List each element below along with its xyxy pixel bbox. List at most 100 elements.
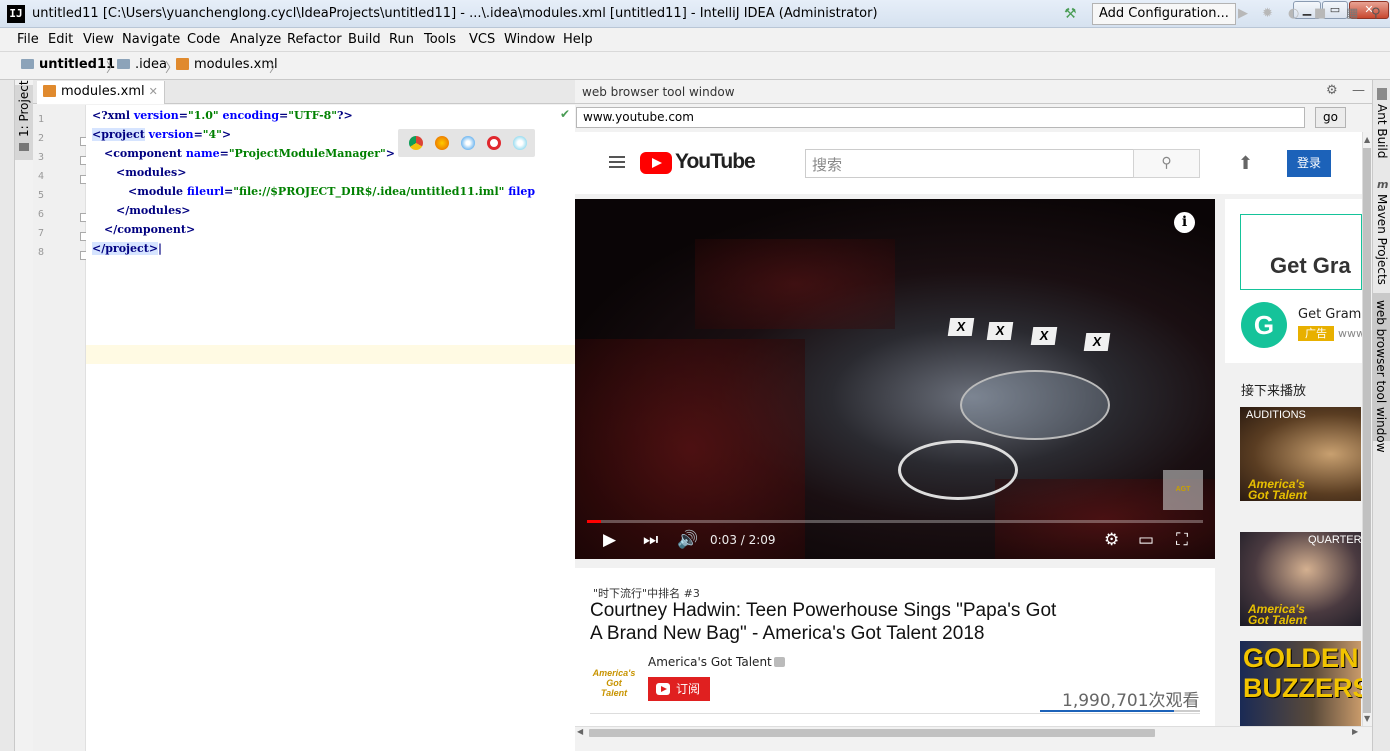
line-number: 7	[38, 228, 45, 239]
judge-x-sign: X	[1030, 327, 1058, 345]
ad-banner[interactable]: Get Gra	[1240, 214, 1362, 290]
menu-refactor[interactable]: Refactor	[287, 32, 342, 47]
scroll-down-icon[interactable]: ▼	[1364, 714, 1370, 723]
xml-file-icon	[176, 58, 189, 70]
maven-projects-tab[interactable]: Maven Projects	[1375, 194, 1389, 285]
breadcrumb-idea-label: .idea	[135, 57, 167, 72]
code-editor[interactable]: <?xml version="1.0" encoding="UTF-8"?> <…	[86, 105, 575, 751]
menu-code[interactable]: Code	[187, 32, 220, 47]
youtube-search-input[interactable]: 搜索	[805, 149, 1134, 178]
youtube-logo-text[interactable]: YouTube	[675, 150, 756, 174]
code-line-4: <modules>	[116, 166, 187, 179]
judge-x-sign: X	[986, 322, 1014, 340]
scroll-up-icon[interactable]: ▲	[1364, 135, 1370, 144]
breadcrumb-project-label: untitled11	[39, 57, 116, 72]
go-button[interactable]: go	[1315, 107, 1346, 128]
menu-run[interactable]: Run	[389, 32, 414, 47]
project-tool-tab[interactable]: 1: Project	[15, 80, 33, 160]
url-input[interactable]: www.youtube.com	[576, 107, 1305, 128]
status-strip	[575, 740, 1372, 751]
add-configuration-button[interactable]: Add Configuration...	[1092, 3, 1236, 25]
line-number: 5	[38, 190, 45, 201]
project-tab-label: 1: Project	[17, 80, 31, 137]
youtube-logo-icon[interactable]	[640, 152, 672, 174]
intellij-app-icon: IJ	[7, 5, 25, 23]
ad-badge: 广告	[1298, 326, 1334, 341]
line-number: 8	[38, 247, 45, 258]
breadcrumb-separator: 〉	[269, 61, 283, 76]
debug-icon[interactable]: ✹	[1262, 6, 1273, 21]
chrome-icon[interactable]	[409, 136, 423, 150]
up-next-heading: 接下来播放	[1241, 384, 1307, 399]
search-button[interactable]: ⚲	[1133, 149, 1200, 178]
tab-close-icon[interactable]: ✕	[149, 85, 158, 98]
editor-tab-label: modules.xml	[61, 84, 145, 99]
audience-left	[575, 339, 805, 559]
video-player[interactable]	[575, 199, 1215, 559]
scroll-left-icon[interactable]: ◀	[577, 727, 583, 736]
scroll-right-icon[interactable]: ▶	[1352, 727, 1358, 736]
menu-navigate[interactable]: Navigate	[122, 32, 180, 47]
video-title: Courtney Hadwin: Teen Powerhouse Sings "…	[590, 600, 1057, 644]
gear-icon[interactable]: ⚙	[1326, 83, 1338, 98]
vertical-scroll-thumb[interactable]	[1363, 148, 1371, 713]
volume-icon[interactable]: 🔊	[677, 530, 698, 550]
video-thumbnail[interactable]: AUDITIONS America's Got Talent	[1240, 407, 1361, 501]
menu-hamburger-icon[interactable]	[609, 156, 625, 168]
login-button[interactable]: 登录	[1287, 150, 1331, 177]
breadcrumb-project[interactable]: untitled11	[21, 57, 115, 72]
menu-window[interactable]: Window	[504, 32, 555, 47]
menu-vcs[interactable]: VCS	[469, 32, 495, 47]
project-structure-icon[interactable]: ▦	[1346, 6, 1358, 21]
maven-icon: m	[1377, 178, 1389, 191]
code-line-8: </project>|	[92, 242, 163, 255]
menu-file[interactable]: File	[17, 32, 39, 47]
safari-icon[interactable]	[461, 136, 475, 150]
menu-analyze[interactable]: Analyze	[230, 32, 281, 47]
opera-icon[interactable]	[487, 136, 501, 150]
horizontal-scroll-thumb[interactable]	[589, 729, 1155, 737]
line-number: 6	[38, 209, 45, 220]
no-errors-check-icon: ✔	[560, 107, 571, 121]
menu-build[interactable]: Build	[348, 32, 381, 47]
video-thumbnail[interactable]: QUARTER America's Got Talent	[1240, 532, 1361, 626]
coverage-icon[interactable]: ◐	[1288, 6, 1299, 21]
line-number: 4	[38, 171, 45, 182]
search-everywhere-icon[interactable]: ⚲	[1371, 6, 1381, 21]
firefox-icon[interactable]	[435, 136, 449, 150]
channel-avatar[interactable]: America's Got Talent	[592, 668, 636, 698]
folder-icon	[21, 59, 34, 69]
settings-gear-icon[interactable]: ⚙	[1104, 530, 1119, 550]
info-icon[interactable]: i	[1174, 212, 1195, 233]
breadcrumb-idea[interactable]: .idea	[117, 57, 167, 72]
channel-name[interactable]: America's Got Talent	[648, 655, 772, 669]
run-icon[interactable]: ▶	[1238, 6, 1248, 21]
progress-track[interactable]	[587, 520, 1203, 523]
left-tool-strip	[0, 80, 15, 751]
ant-build-tab[interactable]: Ant Build	[1375, 104, 1389, 158]
menu-tools[interactable]: Tools	[424, 32, 456, 47]
breadcrumb-file[interactable]: modules.xml	[176, 57, 278, 72]
subscribe-button[interactable]: 订阅	[648, 677, 710, 701]
channel-watermark[interactable]: AGT	[1163, 470, 1203, 510]
folder-icon	[19, 143, 29, 151]
grammarly-logo-icon[interactable]: G	[1241, 302, 1287, 348]
editor-tab-modules-xml[interactable]: modules.xml ✕	[37, 81, 165, 104]
build-hammer-icon[interactable]: ⚒	[1064, 6, 1077, 22]
upload-icon[interactable]: ⬆	[1238, 153, 1253, 174]
verified-icon	[774, 657, 785, 667]
code-line-3: <component name="ProjectModuleManager">	[104, 147, 395, 160]
menu-edit[interactable]: Edit	[48, 32, 73, 47]
ie-icon[interactable]	[513, 136, 527, 150]
fullscreen-icon[interactable]: ⛶	[1176, 530, 1188, 550]
menu-help[interactable]: Help	[563, 32, 593, 47]
thumbnail-label: QUARTER	[1308, 534, 1361, 546]
next-icon[interactable]: ⏭	[643, 530, 658, 550]
stop-icon[interactable]: ■	[1314, 6, 1326, 21]
hide-panel-icon[interactable]: —	[1352, 83, 1365, 98]
dislike-ratio-bar	[1174, 710, 1200, 712]
menu-view[interactable]: View	[83, 32, 114, 47]
play-icon[interactable]: ▶	[603, 530, 616, 550]
theater-mode-icon[interactable]: ▭	[1138, 530, 1154, 550]
judge-x-sign: X	[1083, 333, 1111, 351]
